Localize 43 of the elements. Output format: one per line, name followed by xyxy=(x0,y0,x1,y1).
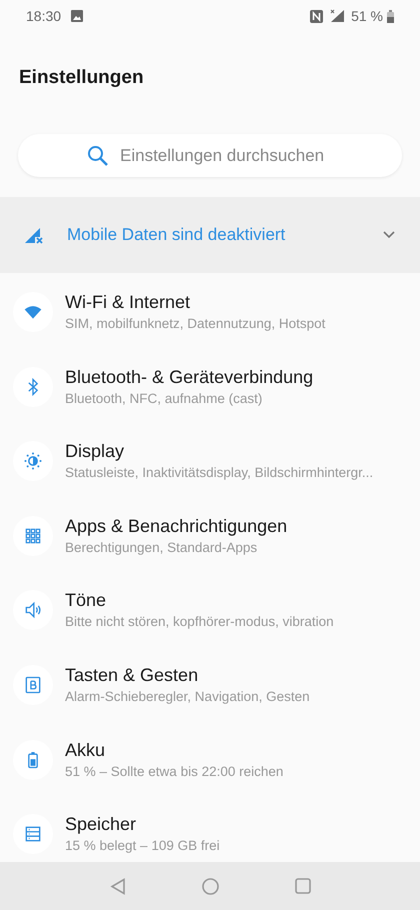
item-title: Bluetooth- & Geräteverbindung xyxy=(65,366,314,389)
image-icon xyxy=(71,10,84,22)
brightness-icon xyxy=(23,451,43,472)
search-icon xyxy=(86,144,110,168)
battery-percent: 51 % xyxy=(351,6,383,26)
item-subtitle: 15 % belegt – 109 GB frei xyxy=(65,837,220,856)
page-title: Einstellungen xyxy=(19,66,144,90)
grid-icon xyxy=(23,526,43,546)
settings-item[interactable]: Bluetooth- & Geräteverbindung Bluetooth, NFC, aufnahme (cast) xyxy=(0,348,420,422)
item-title: Tasten & Gesten xyxy=(65,664,198,687)
item-subtitle: Berechtigungen, Standard-Apps xyxy=(65,538,258,557)
search-field[interactable]: Einstellungen durchsuchen xyxy=(18,134,402,177)
item-title: Töne xyxy=(65,589,106,612)
item-subtitle: Bluetooth, NFC, aufnahme (cast) xyxy=(65,390,262,408)
item-title: Apps & Benachrichtigungen xyxy=(65,514,288,538)
banner-text: Mobile Daten sind deaktiviert xyxy=(67,224,286,246)
nfc-icon xyxy=(310,10,324,22)
speaker-icon xyxy=(23,600,43,620)
signal-off-icon xyxy=(24,226,44,244)
key-letter-icon xyxy=(23,674,43,695)
item-subtitle: Bitte nicht stören, kopfhörer-modus, vibration xyxy=(65,613,334,632)
recents-icon[interactable] xyxy=(294,878,310,894)
settings-item[interactable]: Akku 51 % – Sollte etwa bis 22:00 reichen xyxy=(0,720,420,796)
item-subtitle: Alarm-Schieberegler, Navigation, Gesten xyxy=(65,688,310,706)
signal-icon xyxy=(329,9,346,23)
item-title: Speicher xyxy=(65,813,136,836)
settings-item[interactable]: Tasten & Gesten Alarm-Schieberegler, Navigation, Gesten xyxy=(0,646,420,721)
back-icon[interactable] xyxy=(110,878,126,894)
battery-icon xyxy=(387,10,394,22)
item-title: Display xyxy=(65,440,124,464)
status-time: 18:30 xyxy=(26,6,62,26)
item-subtitle: SIM, mobilfunknetz, Datennutzung, Hotspot xyxy=(65,315,326,333)
settings-item[interactable]: Töne Bitte nicht stören, kopfhörer-modus, vibration xyxy=(0,571,420,646)
item-subtitle: Statusleiste, Inaktivitätsdisplay, Bildschirmhintergr... xyxy=(65,464,374,482)
item-title: Akku xyxy=(65,738,106,762)
settings-item[interactable]: Apps & Benachrichtigungen Berechtigungen, Standard-Apps xyxy=(0,496,420,572)
settings-item[interactable]: Display Statusleiste, Inaktivitätsdisplay, Bildschirmhintergr... xyxy=(0,422,420,497)
settings-item[interactable]: Speicher 15 % belegt – 109 GB frei xyxy=(0,795,420,862)
item-subtitle: 51 % – Sollte etwa bis 22:00 reichen xyxy=(65,762,284,781)
home-icon[interactable] xyxy=(202,878,218,894)
settings-item[interactable]: Wi-Fi & Internet SIM, mobilfunknetz, Datennutzung, Hotspot xyxy=(0,273,420,348)
item-title: Wi-Fi & Internet xyxy=(65,291,190,314)
storage-icon xyxy=(23,824,43,844)
